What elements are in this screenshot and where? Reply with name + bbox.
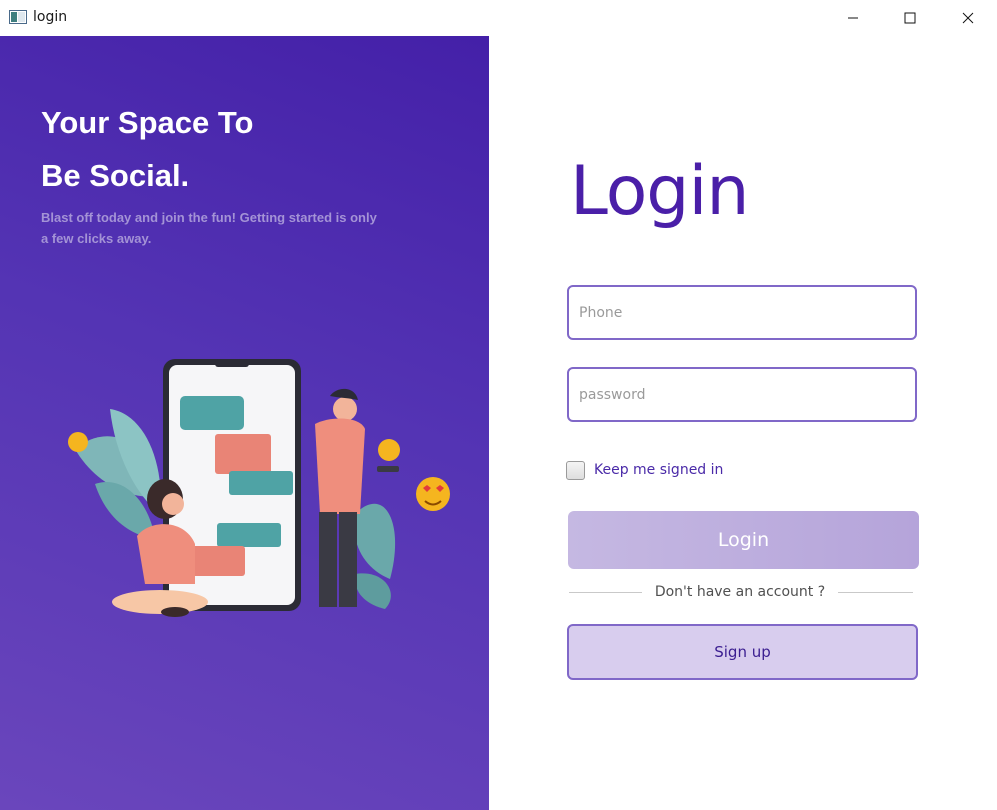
divider-line-right — [838, 592, 913, 593]
app-window-icon — [9, 10, 27, 24]
maximize-button[interactable] — [887, 0, 933, 36]
hero-subtext: Blast off today and join the fun! Gettin… — [41, 210, 377, 246]
hero-panel: Your Space To Be Social. Blast off today… — [0, 36, 489, 810]
signup-button[interactable]: Sign up — [567, 624, 918, 680]
hero-headline-line2: Be Social. — [41, 158, 190, 193]
login-heading: Login — [570, 152, 749, 231]
hero-headline: Your Space To Be Social. — [41, 96, 401, 202]
login-window: login Your Space To Be Social. Blast off… — [0, 0, 997, 810]
minimize-icon — [848, 17, 858, 19]
title-bar: login — [0, 0, 997, 36]
window-title: login — [33, 9, 68, 25]
divider-line-left — [569, 592, 642, 593]
phone-input[interactable] — [567, 285, 917, 340]
close-icon — [962, 12, 974, 24]
minimize-button[interactable] — [830, 0, 876, 36]
login-button[interactable]: Login — [568, 511, 919, 569]
keep-signed-in-label[interactable]: Keep me signed in — [594, 462, 723, 478]
keep-signed-in-checkbox[interactable] — [566, 460, 585, 480]
hero-headline-line1: Your Space To — [41, 105, 254, 140]
no-account-text: Don't have an account ? — [654, 584, 826, 600]
maximize-icon — [904, 12, 916, 24]
close-button[interactable] — [945, 0, 991, 36]
social-chat-illustration — [68, 359, 450, 617]
password-input[interactable] — [567, 367, 917, 422]
keep-signed-in-row[interactable]: Keep me signed in — [566, 458, 723, 482]
